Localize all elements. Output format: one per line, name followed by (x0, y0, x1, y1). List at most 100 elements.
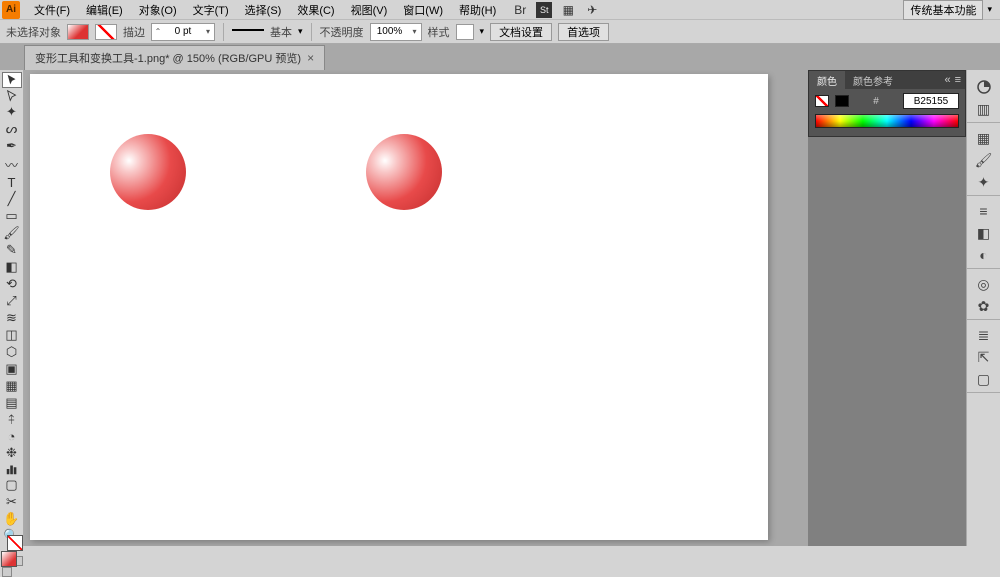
scale-tool[interactable]: ⤢ (2, 293, 22, 309)
app-logo: Ai (2, 1, 20, 19)
selection-status: 未选择对象 (6, 24, 61, 40)
tab-color[interactable]: 颜色 (809, 71, 845, 90)
fill-indicator[interactable] (1, 551, 17, 567)
appearance-icon[interactable]: ◎ (973, 274, 995, 294)
chevron-down-icon[interactable]: ▾ (480, 26, 485, 37)
menu-window[interactable]: 窗口(W) (395, 0, 451, 20)
menu-select[interactable]: 选择(S) (237, 0, 290, 20)
menu-effect[interactable]: 效果(C) (289, 0, 342, 20)
opacity-input[interactable] (371, 26, 409, 37)
pen-tool[interactable]: ✒ (2, 138, 22, 154)
hash-icon: # (873, 96, 879, 107)
free-transform-tool[interactable]: ◫ (2, 327, 22, 343)
stroke-weight[interactable]: ⌃ ▾ (151, 23, 215, 41)
stroke-indicator[interactable] (7, 535, 23, 551)
hand-tool[interactable]: ✋ (2, 511, 22, 527)
control-bar: 未选择对象 描边 ⌃ ▾ 基本 ▾ 不透明度 ▾ 样式 ▾ 文档设置 首选项 (0, 20, 1000, 44)
chevron-down-icon[interactable]: ▾ (298, 26, 303, 37)
direct-selection-tool[interactable] (2, 89, 22, 103)
eyedropper-tool[interactable]: ⤉ (2, 412, 22, 428)
paintbrush-tool[interactable]: 🖌 (2, 225, 22, 241)
menu-object[interactable]: 对象(O) (131, 0, 185, 20)
opacity-field[interactable]: ▾ (370, 23, 422, 41)
artboard (30, 74, 768, 540)
document-tabstrip: 变形工具和变换工具-1.png* @ 150% (RGB/GPU 预览) × (0, 44, 1000, 70)
stroke-swatch[interactable] (95, 24, 117, 40)
stroke-down-icon[interactable]: ⌃ (152, 27, 164, 36)
color-guide-icon[interactable]: ▥ (973, 99, 995, 119)
line-tool[interactable]: ╱ (2, 191, 22, 207)
mesh-tool[interactable]: ▦ (2, 378, 22, 394)
artboard-tool[interactable]: ▢ (2, 477, 22, 493)
bridge-icon[interactable]: Br (512, 2, 528, 18)
graphic-styles-icon[interactable]: ✿ (973, 296, 995, 316)
rotate-tool[interactable]: ⟲ (2, 276, 22, 292)
close-icon[interactable]: × (307, 51, 314, 65)
swatches-icon[interactable]: ▦ (973, 128, 995, 148)
gradient-panel-icon[interactable]: ◧ (973, 223, 995, 243)
basic-label[interactable]: 基本 (270, 24, 292, 40)
lasso-tool[interactable]: ᔕ (2, 121, 22, 137)
pencil-tool[interactable]: ✎ (2, 242, 22, 258)
slice-tool[interactable]: ✂ (2, 494, 22, 510)
magic-wand-tool[interactable]: ✦ (2, 104, 22, 120)
layers-icon[interactable]: ≣ (973, 325, 995, 345)
color-spectrum[interactable] (815, 114, 959, 128)
shape-builder-tool[interactable]: ⬡ (2, 344, 22, 360)
column-graph-tool[interactable] (2, 462, 22, 476)
symbols-icon[interactable]: ✦ (973, 172, 995, 192)
gpu-icon[interactable]: ✈ (584, 2, 600, 18)
menu-file[interactable]: 文件(F) (26, 0, 78, 20)
fill-none-swatch[interactable] (815, 95, 829, 107)
blend-tool[interactable]: ◔ (2, 429, 22, 444)
stroke-icon[interactable]: ≡ (973, 201, 995, 221)
canvas-area[interactable] (24, 70, 808, 546)
perspective-tool[interactable]: ▣ (2, 361, 22, 377)
stock-icon[interactable]: St (536, 2, 552, 18)
eraser-tool[interactable]: ◧ (2, 259, 22, 275)
workspace-switcher[interactable]: 传统基本功能 (903, 0, 983, 20)
stroke-dropdown-icon[interactable]: ▾ (202, 27, 214, 36)
chevron-down-icon[interactable]: ▾ (987, 4, 992, 15)
brushes-icon[interactable]: 🖌 (973, 150, 995, 170)
menu-edit[interactable]: 编辑(E) (78, 0, 131, 20)
chevron-down-icon[interactable]: ▾ (409, 27, 421, 36)
gradient-tool[interactable]: ▤ (2, 395, 22, 411)
opacity-label: 不透明度 (320, 24, 364, 40)
tab-title: 变形工具和变换工具-1.png* @ 150% (RGB/GPU 预览) (35, 50, 301, 66)
menubar: Ai 文件(F) 编辑(E) 对象(O) 文字(T) 选择(S) 效果(C) 视… (0, 0, 1000, 20)
asset-export-icon[interactable]: ⇱ (973, 347, 995, 367)
shape-circle-2[interactable] (366, 134, 442, 210)
shape-circle-1[interactable] (110, 134, 186, 210)
prefs-button[interactable]: 首选项 (558, 23, 609, 41)
style-label: 样式 (428, 24, 450, 40)
none-mode-btn[interactable] (2, 567, 12, 577)
type-tool[interactable]: T (2, 175, 22, 190)
stroke-weight-input[interactable] (164, 26, 202, 37)
width-tool[interactable]: ≋ (2, 310, 22, 326)
document-tab[interactable]: 变形工具和变换工具-1.png* @ 150% (RGB/GPU 预览) × (24, 45, 325, 70)
menu-view[interactable]: 视图(V) (343, 0, 396, 20)
menu-type[interactable]: 文字(T) (185, 0, 237, 20)
artboards-icon[interactable]: ▢ (973, 369, 995, 389)
collapse-icon[interactable]: « (944, 74, 950, 86)
selection-tool[interactable] (2, 72, 22, 88)
transparency-icon[interactable]: ◐ (973, 245, 995, 265)
fill-swatch[interactable] (67, 24, 89, 40)
hex-input[interactable] (903, 93, 959, 109)
stroke-profile[interactable] (232, 29, 264, 39)
curvature-tool[interactable]: 〰 (2, 155, 22, 174)
fill-black-swatch[interactable] (835, 95, 849, 107)
tab-color-guide[interactable]: 颜色参考 (845, 71, 901, 90)
color-icon[interactable] (973, 77, 995, 97)
symbol-sprayer-tool[interactable]: ❉ (2, 445, 22, 461)
toolbox: ✦ ᔕ ✒ 〰 T ╱ ▭ 🖌 ✎ ◧ ⟲ ⤢ ≋ ◫ ⬡ ▣ ▦ ▤ ⤉ ◔ … (0, 70, 24, 546)
panel-dock: ▥ ▦ 🖌 ✦ ≡ ◧ ◐ ◎ ✿ ≣ ⇱ ▢ (966, 70, 1000, 546)
panel-menu-icon[interactable]: ≡ (955, 74, 961, 86)
style-swatch[interactable] (456, 24, 474, 40)
doc-setup-button[interactable]: 文档设置 (490, 23, 552, 41)
rectangle-tool[interactable]: ▭ (2, 208, 22, 224)
menu-help[interactable]: 帮助(H) (451, 0, 504, 20)
arrange-icon[interactable]: ▦ (560, 2, 576, 18)
stroke-label: 描边 (123, 24, 145, 40)
